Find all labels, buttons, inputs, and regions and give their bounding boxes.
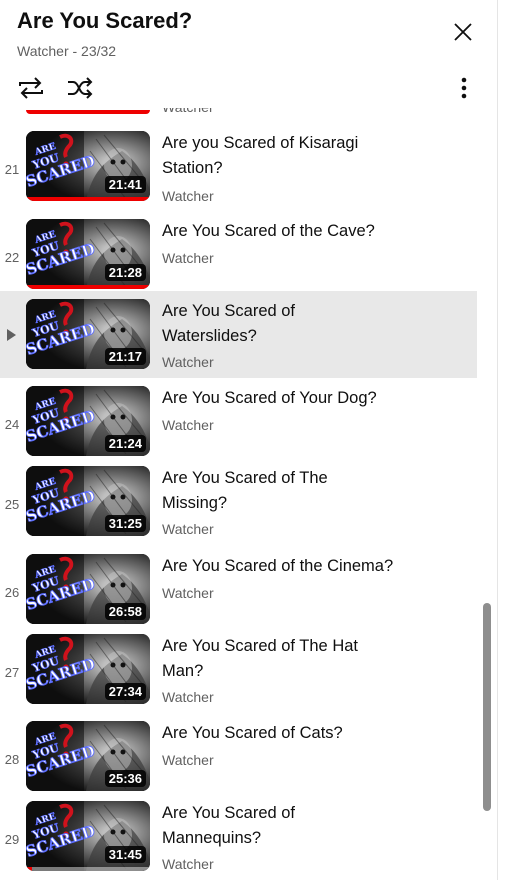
duration-badge: 25:36 <box>104 770 146 787</box>
channel-name: Watcher <box>162 585 214 601</box>
scrollbar-thumb[interactable] <box>483 603 491 811</box>
duration-badge: 21:24 <box>104 435 146 452</box>
shuffle-icon <box>68 77 93 99</box>
video-title-line: Mannequins? <box>162 829 262 847</box>
playlist-index: 27 <box>4 665 20 680</box>
duration-badge: 27:34 <box>104 683 146 700</box>
video-title-line: Are You Scared of <box>162 804 296 822</box>
playlist-index: 26 <box>4 585 20 600</box>
panel-divider <box>497 0 498 880</box>
channel-name: Watcher <box>162 856 214 872</box>
video-title-line: Are You Scared of <box>162 302 296 320</box>
video-title-line: Station? <box>162 159 223 177</box>
video-title[interactable]: Are You Scared of Waterslides? <box>162 299 412 349</box>
video-title-line: Are You Scared of the Cinema? <box>162 557 394 575</box>
playlist-item[interactable]: 22 ARE YOU SCARED 21:28 Are You Scared of… <box>0 213 477 293</box>
video-thumbnail[interactable]: ARE YOU SCARED 21:41 <box>26 131 150 201</box>
video-thumbnail[interactable]: ARE YOU SCARED 27:34 <box>26 634 150 704</box>
playlist-item[interactable]: 29 ARE YOU SCARED 31:45 Are You Scared of… <box>0 795 477 880</box>
video-title-line: Are You Scared of Cats? <box>162 724 343 742</box>
shuffle-button[interactable] <box>63 72 97 104</box>
playlist-item[interactable]: 21 ARE YOU SCARED 21:41 Are you Scared of… <box>0 125 477 205</box>
playlist-index: 22 <box>4 250 20 265</box>
video-thumbnail[interactable]: ARE YOU SCARED 21:28 <box>26 219 150 289</box>
progress-track <box>26 867 150 871</box>
playlist-item[interactable]: 24 ARE YOU SCARED 21:24 Are You Scared of… <box>0 380 477 460</box>
channel-name: Watcher <box>162 188 214 204</box>
video-thumbnail[interactable]: ARE YOU SCARED 26:58 <box>26 554 150 624</box>
loop-icon <box>19 77 43 99</box>
channel-name: Watcher <box>162 752 214 768</box>
channel-name: Watcher <box>162 521 214 537</box>
video-thumbnail[interactable]: ARE YOU SCARED 21:17 <box>26 299 150 369</box>
channel-name: Watcher <box>162 250 214 266</box>
playlist-item[interactable]: 27 ARE YOU SCARED 27:34 Are You Scared of… <box>0 628 477 715</box>
now-playing-icon <box>7 329 16 341</box>
watched-progress-bar <box>26 110 150 114</box>
duration-badge: 31:25 <box>104 515 146 532</box>
playlist-panel: Watcher 21 ARE YOU SCARED 21:41Are you S… <box>0 0 497 880</box>
video-title-line: Are You Scared of Your Dog? <box>162 389 377 407</box>
playlist-index: 29 <box>4 832 20 847</box>
playlist-item[interactable]: 25 ARE YOU SCARED 31:25 Are You Scared of… <box>0 460 477 548</box>
watched-progress-bar <box>26 285 150 289</box>
playlist-header: Are You Scared? Watcher - 23/32 <box>0 0 497 108</box>
close-button[interactable] <box>448 17 478 47</box>
video-thumbnail[interactable]: ARE YOU SCARED 31:25 <box>26 466 150 536</box>
channel-name: Watcher <box>162 689 214 705</box>
video-title-line: Are You Scared of The <box>162 469 328 487</box>
playlist-index: 24 <box>4 417 20 432</box>
playlist-subtitle: Watcher - 23/32 <box>17 43 117 59</box>
video-title[interactable]: Are You Scared of The Missing? <box>162 466 412 516</box>
channel-name: Watcher <box>162 417 214 433</box>
video-title-line: Are You Scared of the Cave? <box>162 222 375 240</box>
playlist-item[interactable]: 26 ARE YOU SCARED 26:58 Are You Scared of… <box>0 548 477 628</box>
duration-badge: 31:45 <box>104 846 146 863</box>
close-icon <box>454 23 472 41</box>
more-vert-icon <box>461 77 467 99</box>
video-title-line: Waterslides? <box>162 327 257 345</box>
duration-badge: 21:17 <box>104 348 146 365</box>
video-title[interactable]: Are You Scared of the Cave? <box>162 219 412 244</box>
video-thumbnail[interactable]: ARE YOU SCARED 25:36 <box>26 721 150 791</box>
playlist-index: 28 <box>4 752 20 767</box>
video-title-line: Missing? <box>162 494 228 512</box>
watched-progress-bar <box>26 867 33 871</box>
video-thumbnail[interactable]: ARE YOU SCARED 31:45 <box>26 801 150 871</box>
duration-badge: 21:41 <box>104 176 146 193</box>
playlist-item-current[interactable]: ARE YOU SCARED 21:17 Are You Scared of Wat… <box>0 291 477 378</box>
video-title-line: Are You Scared of The Hat <box>162 637 358 655</box>
duration-badge: 26:58 <box>104 603 146 620</box>
watched-progress-bar <box>26 197 150 201</box>
video-title[interactable]: Are You Scared of The Hat Man? <box>162 634 412 684</box>
channel-name: Watcher <box>162 354 214 370</box>
playlist-index: 25 <box>4 497 20 512</box>
video-title[interactable]: Are You Scared of Cats? <box>162 721 412 746</box>
video-title[interactable]: Are You Scared of the Cinema? <box>162 554 412 579</box>
duration-badge: 21:28 <box>104 264 146 281</box>
playlist-item[interactable]: 28 ARE YOU SCARED 25:36 Are You Scared of… <box>0 715 477 795</box>
playlist-index: 21 <box>4 162 20 177</box>
video-title[interactable]: Are you Scared of Kisaragi Station? <box>162 131 412 181</box>
video-thumbnail[interactable]: ARE YOU SCARED 21:24 <box>26 386 150 456</box>
video-title-line: Are you Scared of Kisaragi <box>162 134 359 152</box>
playlist-items[interactable]: Watcher 21 ARE YOU SCARED 21:41Are you S… <box>0 0 477 880</box>
playlist-title[interactable]: Are You Scared? <box>17 8 192 34</box>
video-title-line: Man? <box>162 662 204 680</box>
video-title[interactable]: Are You Scared of Your Dog? <box>162 386 412 411</box>
loop-button[interactable] <box>14 72 48 104</box>
more-options-button[interactable] <box>450 72 478 104</box>
video-title[interactable]: Are You Scared of Mannequins? <box>162 801 412 851</box>
